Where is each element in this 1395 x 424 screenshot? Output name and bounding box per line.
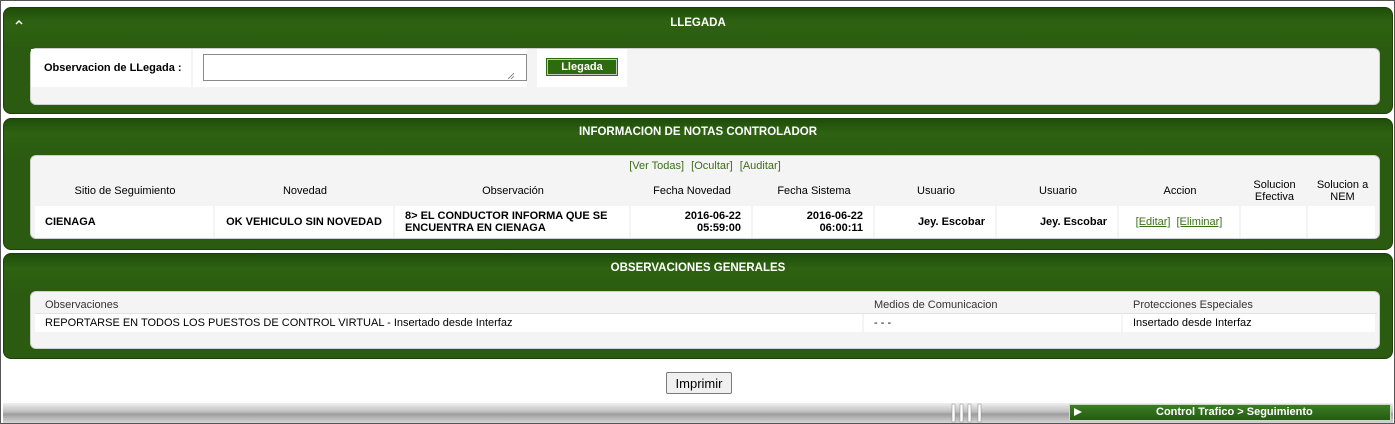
cell-accion: [Editar] [Eliminar]	[1119, 206, 1241, 238]
cell-solucion-nem	[1308, 206, 1377, 238]
col-observaciones: Observaciones	[35, 296, 864, 314]
observaciones-header-row: Observaciones Medios de Comunicacion Pro…	[35, 296, 1377, 314]
observaciones-generales-panel: OBSERVACIONES GENERALES Observaciones Me…	[3, 253, 1393, 359]
cell-fecha-sistema: 2016-06-22 06:00:11	[753, 206, 875, 238]
ver-todas-link[interactable]: [Ver Todas]	[629, 160, 684, 172]
col-fecha-sistema: Fecha Sistema	[777, 185, 851, 197]
cell-novedad: OK VEHICULO SIN NOVEDAD	[215, 206, 395, 238]
observaciones-table: Observaciones Medios de Comunicacion Pro…	[35, 296, 1377, 332]
col-sitio: Sitio de Seguimiento	[74, 185, 176, 197]
llegada-panel: LLEGADA Observacion de LLegada : Llegada	[3, 7, 1393, 114]
llegada-button[interactable]: Llegada	[546, 58, 618, 76]
cell-solucion-efectiva	[1241, 206, 1308, 238]
cell-fecha-novedad: 2016-06-22 05:59:00	[631, 206, 753, 238]
cell-observaciones: REPORTARSE EN TODOS LOS PUESTOS DE CONTR…	[35, 314, 864, 332]
notas-panel-title: INFORMACION DE NOTAS CONTROLADOR	[578, 126, 818, 138]
col-usuario-2: Usuario	[1039, 185, 1077, 197]
observacion-llegada-label: Observacion de LLegada :	[31, 49, 193, 87]
eliminar-link[interactable]: [Eliminar]	[1177, 216, 1223, 228]
ocultar-link[interactable]: [Ocultar]	[691, 160, 733, 172]
col-novedad: Novedad	[282, 185, 328, 197]
notas-controlador-panel: INFORMACION DE NOTAS CONTROLADOR [Ver To…	[3, 118, 1393, 250]
fecha-novedad-time: 05:59:00	[696, 222, 741, 234]
col-protecciones: Protecciones Especiales	[1123, 296, 1377, 314]
col-solucion-nem: Solucion a NEM	[1316, 179, 1369, 203]
notas-header-row: Sitio de Seguimiento Novedad Observación…	[35, 176, 1377, 206]
play-arrow-icon	[1074, 408, 1082, 416]
llegada-form-area: Observacion de LLegada : Llegada	[30, 48, 1380, 105]
splitter-grip-icon[interactable]	[948, 403, 988, 423]
cell-observacion: 8> EL CONDUCTOR INFORMA QUE SE ENCUENTRA…	[395, 206, 631, 238]
cell-usuario-1: Jey. Escobar	[875, 206, 997, 238]
notas-table: Sitio de Seguimiento Novedad Observación…	[35, 176, 1377, 238]
col-medios: Medios de Comunicacion	[864, 296, 1123, 314]
cell-sitio: CIENAGA	[35, 206, 215, 238]
imprimir-button[interactable]: Imprimir	[666, 372, 732, 394]
observacion-llegada-input[interactable]	[203, 54, 527, 81]
llegada-panel-title: LLEGADA	[670, 17, 726, 29]
table-row: REPORTARSE EN TODOS LOS PUESTOS DE CONTR…	[35, 314, 1377, 332]
breadcrumb[interactable]: Control Trafico > Seguimiento	[1069, 404, 1391, 421]
col-accion: Accion	[1163, 185, 1197, 197]
llegada-form: Observacion de LLegada : Llegada	[31, 49, 627, 87]
fecha-novedad-date: 2016-06-22	[684, 210, 741, 222]
col-observacion: Observación	[482, 185, 544, 197]
cell-protecciones: Insertado desde Interfaz	[1123, 314, 1377, 332]
llegada-button-cell: Llegada	[537, 49, 627, 87]
cell-usuario-2: Jey. Escobar	[997, 206, 1119, 238]
observaciones-panel-title: OBSERVACIONES GENERALES	[610, 262, 786, 274]
col-solucion-efectiva: Solucion Efectiva	[1253, 179, 1296, 203]
col-usuario-1: Usuario	[917, 185, 955, 197]
editar-link[interactable]: [Editar]	[1136, 216, 1171, 228]
observaciones-table-area: Observaciones Medios de Comunicacion Pro…	[30, 291, 1380, 349]
breadcrumb-text: Control Trafico > Seguimiento	[1156, 406, 1313, 418]
cell-medios: - - -	[864, 314, 1123, 332]
fecha-sistema-time: 06:00:11	[819, 222, 863, 234]
col-fecha-novedad: Fecha Novedad	[653, 185, 731, 197]
notas-table-area: [Ver Todas] [Ocultar] [Auditar] Sitio de…	[30, 155, 1380, 239]
notas-links: [Ver Todas] [Ocultar] [Auditar]	[31, 160, 1379, 172]
table-row: CIENAGA OK VEHICULO SIN NOVEDAD 8> EL CO…	[35, 206, 1377, 238]
auditar-link[interactable]: [Auditar]	[740, 160, 781, 172]
print-area: Imprimir	[666, 372, 732, 394]
fecha-sistema-date: 2016-06-22	[806, 210, 863, 222]
resize-grip-icon[interactable]	[508, 73, 514, 79]
observacion-llegada-cell	[193, 49, 537, 87]
